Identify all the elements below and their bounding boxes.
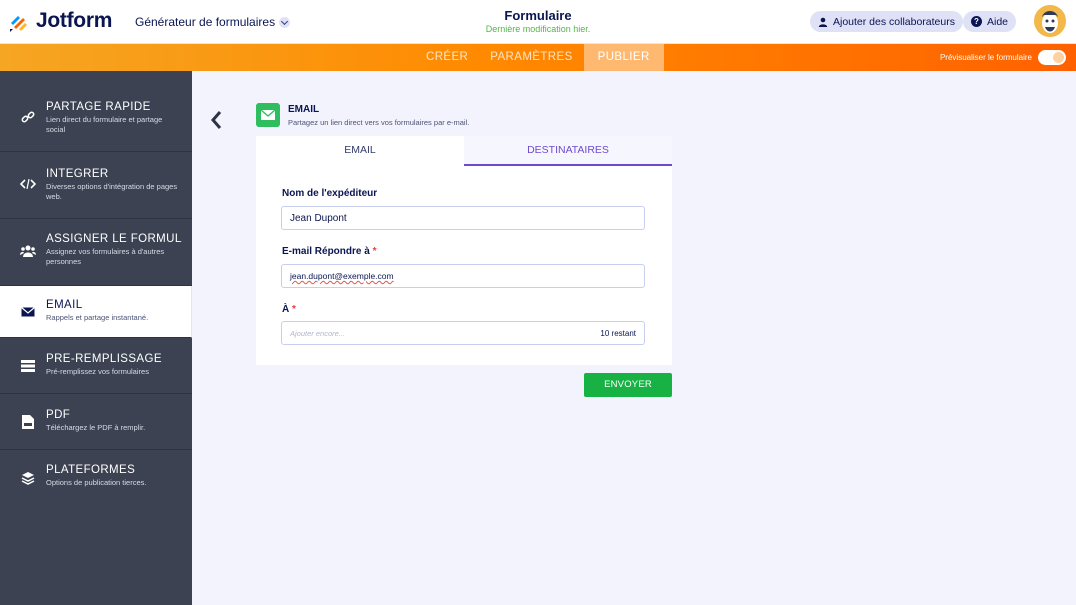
pdf-icon — [20, 414, 36, 430]
tab-recipients[interactable]: DESTINATAIRES — [464, 136, 672, 166]
sender-name-field[interactable]: Jean Dupont — [281, 206, 645, 230]
sidebar-item-quick-share[interactable]: PARTAGE RAPIDE Lien direct du formulaire… — [0, 71, 192, 152]
tab-parametres[interactable]: PARAMÈTRES — [479, 44, 583, 71]
sender-name-value: Jean Dupont — [290, 212, 347, 224]
sidebar-item-pdf[interactable]: PDF Téléchargez le PDF à remplir. — [0, 394, 192, 450]
sidebar-item-desc: Assignez vos formulaires à d'autres pers… — [46, 247, 165, 266]
to-placeholder: Ajouter encore... — [290, 328, 346, 338]
sidebar-item-desc: Téléchargez le PDF à remplir. — [46, 423, 146, 432]
tab-email[interactable]: EMAIL — [256, 136, 464, 166]
builder-nav: CRÉER PARAMÈTRES PUBLIER Prévisualiser l… — [0, 44, 1076, 71]
tab-creer[interactable]: CRÉER — [415, 44, 479, 71]
required-mark: * — [292, 304, 296, 315]
sidebar-item-assign[interactable]: ASSIGNER LE FORMULAI... Assignez vos for… — [0, 219, 192, 286]
sidebar-item-title: ASSIGNER LE FORMULAI... — [46, 233, 182, 245]
send-button[interactable]: ENVOYER — [584, 373, 672, 397]
preview-form: Prévisualiser le formulaire — [940, 50, 1066, 65]
sidebar-item-prefill[interactable]: PRÉ-REMPLISSAGE Pré-remplissez vos formu… — [0, 338, 192, 394]
section-title: EMAIL — [288, 104, 320, 115]
back-button[interactable] — [208, 108, 224, 132]
preview-label: Prévisualiser le formulaire — [939, 53, 1032, 62]
help-button[interactable]: ? Aide — [963, 11, 1017, 32]
to-label-row: À * — [282, 304, 296, 315]
sidebar-item-desc: Lien direct du formulaire et partage soc… — [46, 115, 163, 134]
to-recipients-field[interactable]: Ajouter encore... 10 restant — [281, 321, 645, 345]
reply-to-label-row: E-mail Répondre à * — [282, 246, 377, 257]
sidebar-item-desc: Options de publication tierces. — [46, 478, 147, 487]
envelope-icon — [20, 304, 36, 320]
sidebar-item-title: PRÉ-REMPLISSAGE — [46, 353, 162, 365]
avatar-face-icon — [1036, 7, 1064, 35]
user-icon — [818, 17, 828, 27]
reply-to-value: jean.dupont@exemple.com — [290, 271, 394, 281]
layers-icon — [20, 470, 36, 486]
help-icon: ? — [971, 16, 982, 27]
add-collaborators-button[interactable]: Ajouter des collaborateurs — [810, 11, 963, 32]
sidebar-item-desc: Rappels et partage instantané. — [46, 313, 149, 322]
sidebar-item-title: INTÉGRER — [46, 168, 109, 180]
section-subtitle: Partagez un lien direct vers vos formula… — [288, 118, 470, 127]
to-label: À — [282, 304, 290, 315]
sidebar-item-title: EMAIL — [46, 299, 83, 311]
sidebar-item-title: PLATEFORMES — [46, 464, 136, 476]
remaining-count: 10 restant — [600, 328, 636, 338]
add-collaborators-label: Ajouter des collaborateurs — [833, 15, 955, 28]
help-label: Aide — [987, 15, 1009, 28]
code-icon — [20, 176, 36, 192]
reply-to-label: E-mail Répondre à — [282, 246, 370, 257]
sidebar-item-title: PDF — [46, 409, 71, 421]
sidebar-item-desc: Diverses options d'intégration de pages … — [46, 182, 178, 201]
tab-publier[interactable]: PUBLIER — [583, 44, 664, 71]
chevron-left-icon — [211, 111, 222, 129]
builder-tabs: CRÉER PARAMÈTRES PUBLIER — [415, 44, 664, 71]
sidebar-item-desc: Pré-remplissez vos formulaires — [46, 367, 149, 376]
preview-toggle[interactable] — [1038, 50, 1066, 65]
reply-to-field[interactable]: jean.dupont@exemple.com — [281, 264, 645, 288]
sidebar-item-platforms[interactable]: PLATEFORMES Options de publication tierc… — [0, 450, 192, 506]
envelope-icon — [261, 110, 275, 120]
required-mark: * — [372, 246, 377, 257]
avatar[interactable] — [1034, 5, 1066, 37]
publish-sidebar: PARTAGE RAPIDE Lien direct du formulaire… — [0, 71, 192, 605]
email-section-icon — [256, 103, 280, 127]
users-icon — [20, 243, 36, 259]
sidebar-item-embed[interactable]: INTÉGRER Diverses options d'intégration … — [0, 152, 192, 219]
sender-name-label: Nom de l'expéditeur — [282, 188, 378, 199]
link-icon — [20, 109, 36, 125]
prefill-icon — [20, 358, 36, 374]
top-header: Jotform Générateur de formulaires Formul… — [0, 0, 1076, 44]
sidebar-item-email[interactable]: EMAIL Rappels et partage instantané. — [0, 286, 192, 338]
recipients-card: Nom de l'expéditeur Jean Dupont E-mail R… — [256, 166, 672, 365]
email-panel-tabs: EMAIL DESTINATAIRES — [256, 136, 672, 166]
sidebar-item-title: PARTAGE RAPIDE — [46, 101, 151, 113]
